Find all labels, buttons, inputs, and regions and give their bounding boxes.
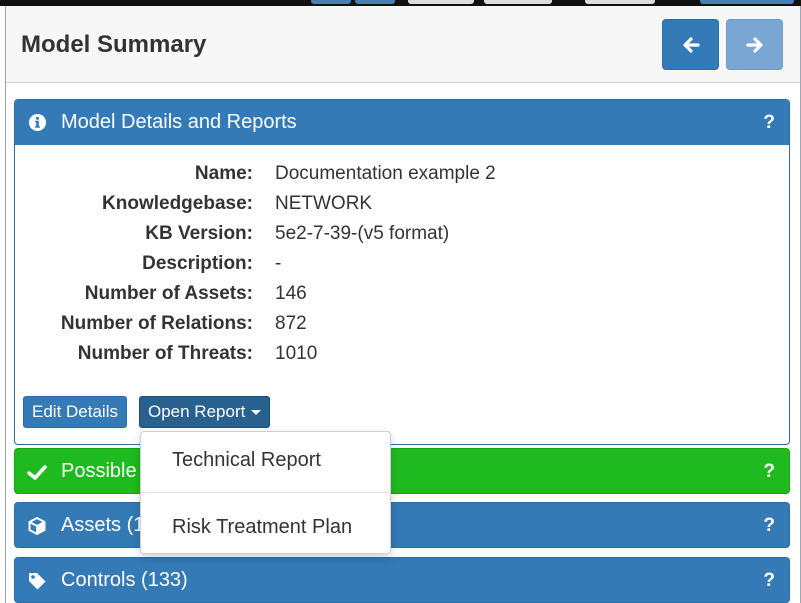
previous-button[interactable]	[662, 19, 719, 70]
detail-row-threats: Number of Threats: 1010	[15, 340, 789, 370]
help-button[interactable]: ?	[763, 112, 775, 134]
detail-value: Documentation example 2	[275, 163, 496, 184]
threats-panel-header[interactable]: Possible ?	[15, 449, 789, 494]
top-toolbar-button[interactable]	[311, 0, 351, 4]
model-details-list: Name: Documentation example 2 Knowledgeb…	[15, 160, 789, 370]
tag-icon	[27, 571, 47, 591]
edit-details-label: Edit Details	[32, 402, 118, 421]
detail-row-kb-version: KB Version: 5e2-7-39-(v5 format)	[15, 220, 789, 250]
model-details-panel-header[interactable]: Model Details and Reports ?	[15, 100, 789, 145]
page-title: Model Summary	[21, 31, 207, 58]
next-button[interactable]	[726, 19, 783, 70]
menu-item-technical-report[interactable]: Technical Report	[141, 433, 390, 487]
detail-value: 872	[275, 313, 307, 334]
check-icon	[27, 462, 47, 482]
assets-panel[interactable]: Assets (1 ?	[14, 502, 790, 548]
top-toolbar-button[interactable]	[484, 0, 552, 4]
threats-panel-title: Possible	[61, 460, 137, 482]
arrow-left-icon	[682, 36, 700, 53]
controls-panel-title: Controls (133)	[61, 569, 188, 591]
arrow-right-icon	[745, 36, 763, 53]
threats-panel[interactable]: Possible ?	[14, 448, 790, 494]
detail-value: 146	[275, 283, 307, 304]
detail-value: NETWORK	[275, 193, 373, 214]
summary-header: Model Summary	[6, 6, 800, 83]
edit-details-button[interactable]: Edit Details	[23, 396, 127, 428]
detail-row-description: Description: -	[15, 250, 789, 280]
detail-row-name: Name: Documentation example 2	[15, 160, 789, 190]
detail-label: KB Version:	[145, 223, 253, 244]
menu-item-risk-treatment-plan[interactable]: Risk Treatment Plan	[141, 500, 390, 554]
detail-label: Knowledgebase:	[102, 193, 253, 214]
detail-value: 5e2-7-39-(v5 format)	[275, 223, 450, 244]
top-toolbar-button[interactable]	[408, 0, 474, 4]
menu-divider	[141, 492, 390, 493]
detail-value: 1010	[275, 343, 318, 364]
cube-icon	[27, 516, 47, 536]
help-button[interactable]: ?	[763, 570, 775, 592]
detail-label: Description:	[142, 253, 253, 274]
detail-row-relations: Number of Relations: 872	[15, 310, 789, 340]
open-report-label: Open Report	[148, 402, 246, 421]
detail-label: Name:	[194, 163, 253, 184]
detail-value: -	[275, 253, 282, 274]
caret-down-icon	[251, 409, 262, 415]
top-toolbar-button[interactable]	[355, 0, 395, 4]
help-button[interactable]: ?	[763, 515, 775, 537]
controls-panel[interactable]: Controls (133) ?	[14, 557, 790, 603]
assets-panel-header[interactable]: Assets (1 ?	[15, 503, 789, 548]
help-button[interactable]: ?	[763, 461, 775, 483]
detail-label: Number of Assets:	[84, 283, 253, 304]
top-toolbar-button[interactable]	[700, 0, 794, 4]
detail-label: Number of Threats:	[77, 343, 253, 364]
assets-panel-title: Assets (1	[61, 514, 145, 536]
top-toolbar-button[interactable]	[585, 0, 655, 4]
controls-panel-header[interactable]: Controls (133) ?	[15, 558, 789, 603]
detail-row-knowledgebase: Knowledgebase: NETWORK	[15, 190, 789, 220]
detail-label: Number of Relations:	[60, 313, 253, 334]
detail-row-assets: Number of Assets: 146	[15, 280, 789, 310]
model-details-panel-title: Model Details and Reports	[61, 111, 297, 133]
info-circle-icon	[27, 113, 47, 133]
model-summary-pane: Model Summary Model Details and Reports …	[5, 6, 801, 603]
open-report-button[interactable]: Open Report	[139, 396, 271, 428]
open-report-dropdown-menu: Technical Report Risk Treatment Plan	[140, 431, 391, 554]
model-details-panel: Model Details and Reports ? Name: Docume…	[14, 99, 790, 445]
